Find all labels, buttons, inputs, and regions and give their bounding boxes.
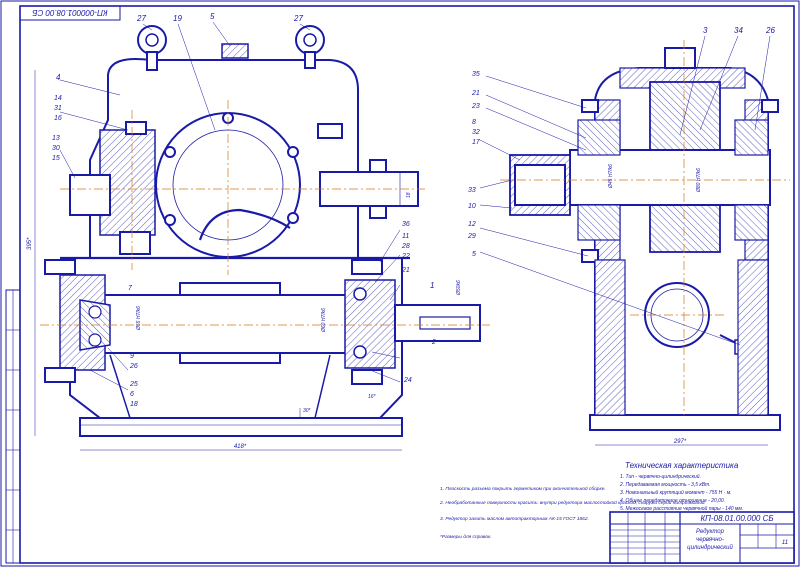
- label-side-1: 34: [734, 26, 743, 35]
- label-front-4: 4: [56, 73, 61, 82]
- label-side-12: 29: [467, 233, 476, 240]
- label-side-2: 26: [765, 26, 775, 35]
- svg-text:Ø45 H7/k6: Ø45 H7/k6: [608, 164, 614, 189]
- side-labels: 3 34 26 35 21 23 8 32 17 33 10 12 29 5: [467, 26, 775, 258]
- svg-text:16*: 16*: [368, 394, 377, 400]
- label-front-11: 36: [402, 221, 410, 228]
- label-front-2: 5: [210, 12, 215, 21]
- label-side-9: 33: [468, 187, 476, 194]
- svg-text:30*: 30*: [303, 408, 312, 414]
- tech-item-2: 2. Передаваемая мощность - 3,5 кВт.: [619, 482, 711, 488]
- side-view: [500, 40, 790, 431]
- svg-text:297*: 297*: [673, 439, 687, 445]
- tech-item-3: 3. Номинальный крутящий момент - 755 Н ·…: [620, 489, 732, 496]
- label-side-10: 10: [468, 203, 476, 210]
- svg-text:Ø80 H7/k6: Ø80 H7/k6: [696, 168, 702, 193]
- tech-item-1: 1. Тип - червячно-цилиндрический.: [620, 473, 701, 480]
- label-front-0: 27: [136, 14, 146, 23]
- product-name-3: цилиндрический: [687, 544, 733, 551]
- note-1: 1. Плоскость разъема покрыть герметиком …: [440, 485, 606, 492]
- product-name-2: червячно-: [696, 537, 724, 543]
- label-front-10: 15: [52, 155, 60, 162]
- label-side-6: 8: [472, 119, 476, 126]
- tech-heading: Техническая характеристика: [625, 461, 739, 470]
- label-side-5: 23: [471, 103, 480, 110]
- svg-text:Ø60 H7/k6: Ø60 H7/k6: [321, 308, 327, 333]
- label-front-18: 9: [130, 353, 134, 360]
- assembly-drawing: КП-000001.08.00 СБ 395* 418* 30* 16* Ø50…: [0, 0, 800, 567]
- binding-strip: [5, 289, 21, 564]
- label-front-21: 6: [130, 391, 134, 398]
- label-front-5: 14: [54, 95, 62, 102]
- label-front-13: 28: [401, 243, 410, 250]
- note-footer: *Размеры для справок.: [440, 534, 492, 540]
- label-front-1: 19: [173, 14, 182, 23]
- label-side-0: 3: [703, 26, 708, 35]
- title-block: КП-08.01.00.000 СБ Редуктор червячно- ци…: [609, 511, 795, 564]
- label-front-19: 26: [129, 363, 138, 370]
- label-front-16: 1: [430, 281, 434, 290]
- label-front-7: 16: [54, 115, 62, 122]
- product-name-1: Редуктор: [696, 529, 725, 535]
- label-side-7: 32: [472, 129, 480, 136]
- label-front-22: 18: [130, 401, 138, 408]
- note-2: 2. Необработанные поверхности красить: в…: [439, 499, 706, 506]
- label-side-13: 5: [472, 251, 476, 258]
- label-front-24: 24: [403, 377, 412, 384]
- label-side-4: 21: [471, 90, 480, 97]
- label-side-3: 35: [472, 71, 480, 78]
- front-view: [40, 25, 490, 437]
- svg-text:18: 18: [406, 192, 412, 198]
- label-front-23: 2: [431, 339, 436, 346]
- svg-text:Ø50k6: Ø50k6: [456, 280, 462, 296]
- label-front-6: 31: [54, 105, 62, 112]
- label-front-12: 11: [402, 233, 409, 240]
- label-side-11: 12: [468, 221, 476, 228]
- label-front-20: 25: [129, 381, 138, 388]
- doc-code: КП-08.01.00.000 СБ: [700, 514, 773, 523]
- label-front-8: 13: [52, 135, 60, 142]
- label-front-15: 21: [401, 267, 410, 274]
- label-front-9: 30: [52, 145, 60, 152]
- svg-text:418*: 418*: [234, 444, 247, 450]
- label-front-14: 22: [401, 253, 410, 260]
- tech-item-5: 5. Межосевое расстояние червячной пары -…: [620, 505, 743, 512]
- code-stamp-text: КП-000001.08.00 СБ: [32, 8, 107, 17]
- vent-plug: [221, 43, 249, 59]
- svg-text:395*: 395*: [27, 237, 33, 250]
- code-stamp: КП-000001.08.00 СБ: [19, 5, 121, 21]
- note-3: 3. Редуктор залить маслом автотракторным…: [440, 516, 589, 522]
- label-side-8: 17: [472, 139, 481, 146]
- sheets-count: 11: [782, 540, 788, 546]
- label-front-3: 27: [293, 14, 303, 23]
- svg-text:Ø55 H7/k6: Ø55 H7/k6: [136, 306, 142, 331]
